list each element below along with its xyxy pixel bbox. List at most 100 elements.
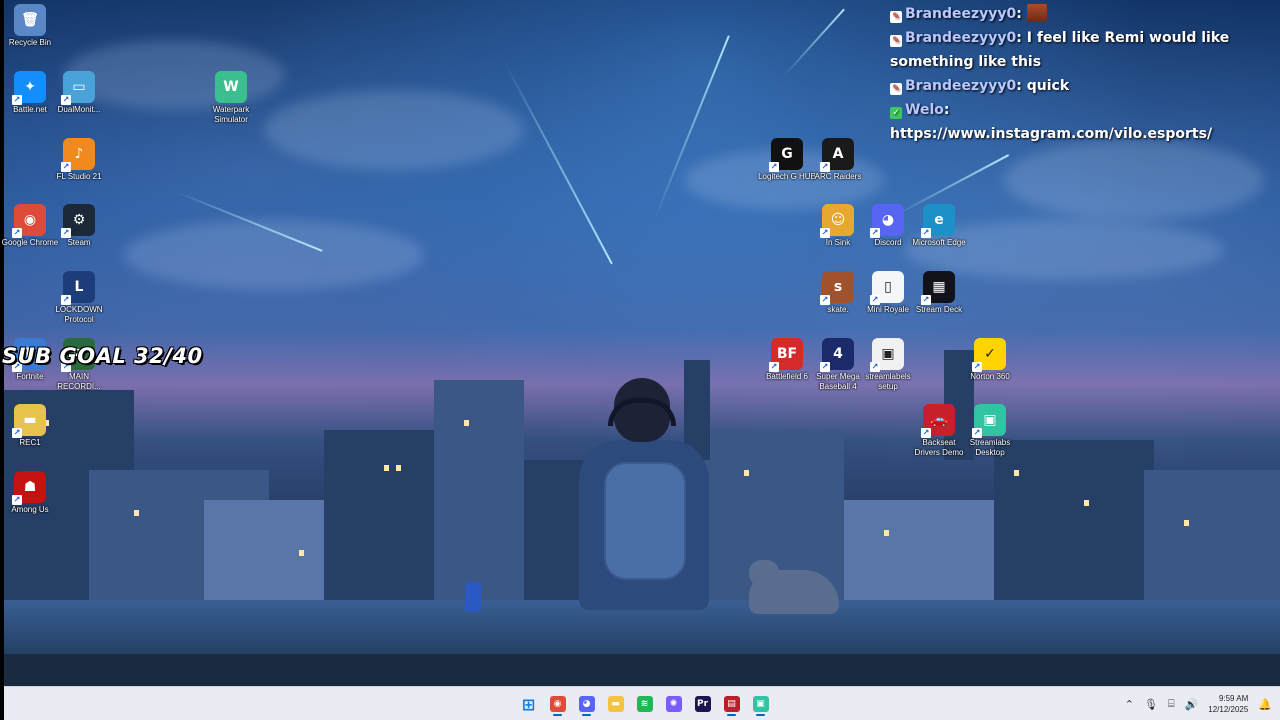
desktop-icon-among-us[interactable]: ☗Among Us [0,471,60,515]
chevron-up-icon[interactable]: ⌃ [1125,698,1134,711]
taskbar-app-spotify[interactable]: ≋ [632,692,657,716]
desktop-icon-label: DualMonit... [57,105,101,114]
desktop-icon-recycle-bin[interactable]: 🗑 Recycle Bin [0,4,60,48]
chat-message: https://www.instagram.com/vilo.esports/ [890,122,1270,146]
discord-icon: ◕ [870,204,904,238]
taskbar-app-copilot[interactable]: ✺ [661,692,686,716]
desktop-icon-dualmonitor[interactable]: ▭DualMonit... [49,71,109,115]
streamlabels-icon: ▣ [870,338,904,372]
explorer-icon: ▬ [607,696,624,712]
norton-icon: ✓ [972,338,1006,372]
desktop-icon-label: REC1 [19,438,41,447]
chat-message: ✎ Brandeezyyy0: quick [890,74,1270,98]
desktop-icon-streamlabels[interactable]: ▣streamlabels setup [858,338,918,392]
desktop-icon-arc-raiders[interactable]: AARC Raiders [808,138,868,182]
broadcaster-badge-icon: ✎ [890,83,902,95]
taskbar-app-obs-overlay[interactable]: ▤ [719,692,744,716]
obs-overlay-icon: ▤ [723,696,740,712]
taskbar-apps: ⊞ ◉ ◕ ▬ ≋ ✺ Pr ▤ ▣ [516,692,773,716]
desktop-icon-waterpark[interactable]: W Waterpark Simulator [201,71,261,125]
microphone-icon[interactable]: 🎙 [1144,698,1158,711]
waterpark-icon: W [215,71,247,103]
premiere-icon: Pr [694,696,711,712]
skate-icon: s [820,271,854,305]
battlenet-icon: ✦ [12,71,46,105]
broadcaster-badge-icon: ✎ [890,11,902,23]
among-us-icon: ☗ [12,471,46,505]
sub-goal-overlay: SUB GOAL 32/40 [2,344,203,368]
taskbar-app-discord[interactable]: ◕ [574,692,599,716]
desktop-icon-rec1[interactable]: ▬REC1 [0,404,60,448]
clock[interactable]: 9:59 AM 12/12/2025 [1208,693,1248,715]
chat-username: Brandeezyyy0 [905,30,1017,46]
steam-icon: ⚙ [61,204,95,238]
edge-icon: e [921,204,955,238]
battlefield6-icon: BF [769,338,803,372]
clock-time: 9:59 AM [1218,694,1249,703]
desktop-icon-label: Microsoft Edge [912,238,966,247]
logitech-icon: G [769,138,803,172]
chat-username: Brandeezyyy0 [905,6,1017,22]
desktop-icon-label: FL Studio 21 [56,172,102,181]
dualmonitor-icon: ▭ [61,71,95,105]
streamlabs-icon: ▣ [972,404,1006,438]
notification-icon[interactable]: 🔔 [1258,698,1272,711]
chat-overlay: ✎ Brandeezyyy0: ✎ Brandeezyyy0: I feel lik… [890,2,1270,146]
broadcaster-badge-icon: ✎ [890,35,902,47]
rec1-icon: ▬ [12,404,46,438]
taskbar-app-chrome[interactable]: ◉ [545,692,570,716]
lockdown-icon: L [61,271,95,305]
desktop-icon-label: ARC Raiders [814,172,862,181]
network-icon[interactable]: ⌸ [1168,697,1175,711]
backseat-icon: 🚗 [921,404,955,438]
system-tray: ⌃ 🎙 ⌸ 🔊 9:59 AM 12/12/2025 🔔 [1125,687,1272,720]
verified-badge-icon: ✓ [890,107,902,119]
desktop-icon-label: Norton 360 [970,372,1010,381]
chat-username: Brandeezyyy0 [905,78,1017,94]
desktop-icon-label: streamlabels setup [865,372,911,391]
recycle-bin-icon: 🗑 [14,4,46,36]
desktop-icon-norton[interactable]: ✓Norton 360 [960,338,1020,382]
flstudio-icon: ♪ [61,138,95,172]
desktop-icon-streamlabs[interactable]: ▣Streamlabs Desktop [960,404,1020,458]
chat-username: Welo [905,102,944,118]
desktop-icon-label: Streamlabs Desktop [969,438,1011,457]
in-sink-icon: ☺ [820,204,854,238]
clock-date: 12/12/2025 [1208,705,1249,714]
desktop-icon-stream-deck[interactable]: ▦Stream Deck [909,271,969,315]
desktop-icon-flstudio[interactable]: ♪FL Studio 21 [49,138,109,182]
discord-icon: ◕ [578,696,595,712]
taskbar: ⊞ ◉ ◕ ▬ ≋ ✺ Pr ▤ ▣ ⌃ 🎙 ⌸ 🔊 9:59 AM 12/12/2025 🔔 [4,686,1280,720]
desktop-icon-label: LOCKDOWN Protocol [55,305,103,324]
arc-raiders-icon: A [820,138,854,172]
start-icon: ⊞ [521,694,536,714]
chat-text: quick [1021,78,1070,94]
chrome-icon: ◉ [12,204,46,238]
chat-message: ✓ Welo: [890,98,1270,122]
desktop-icon-label: MAIN RECORDI... [57,372,101,391]
stream-deck-icon: ▦ [921,271,955,305]
chat-message: ✎ Brandeezyyy0: I feel like Remi would li… [890,26,1270,74]
chat-emote-icon [1026,4,1047,22]
chat-message: ✎ Brandeezyyy0: [890,2,1270,26]
taskbar-app-explorer[interactable]: ▬ [603,692,628,716]
desktop-icon-label: Recycle Bin [8,38,52,47]
desktop-icon-lockdown[interactable]: LLOCKDOWN Protocol [49,271,109,325]
taskbar-app-streamlabs[interactable]: ▣ [748,692,773,716]
copilot-icon: ✺ [665,696,682,712]
volume-icon[interactable]: 🔊 [1185,698,1199,711]
streamlabs-icon: ▣ [752,696,769,712]
chat-text: https://www.instagram.com/vilo.esports/ [890,126,1213,142]
smb4-icon: 4 [820,338,854,372]
taskbar-app-premiere[interactable]: Pr [690,692,715,716]
desktop-icon-edge[interactable]: eMicrosoft Edge [909,204,969,248]
desktop-icon-label: Among Us [11,505,49,514]
mini-royale-icon: ▯ [870,271,904,305]
desktop-icon-label: Stream Deck [915,305,963,314]
spotify-icon: ≋ [636,696,653,712]
desktop-icon-steam[interactable]: ⚙Steam [49,204,109,248]
chat-colon: : [943,102,950,118]
desktop-icon-label: Waterpark Simulator [212,105,250,124]
taskbar-app-start[interactable]: ⊞ [516,692,541,716]
desktop-icon-label: Steam [67,238,91,247]
